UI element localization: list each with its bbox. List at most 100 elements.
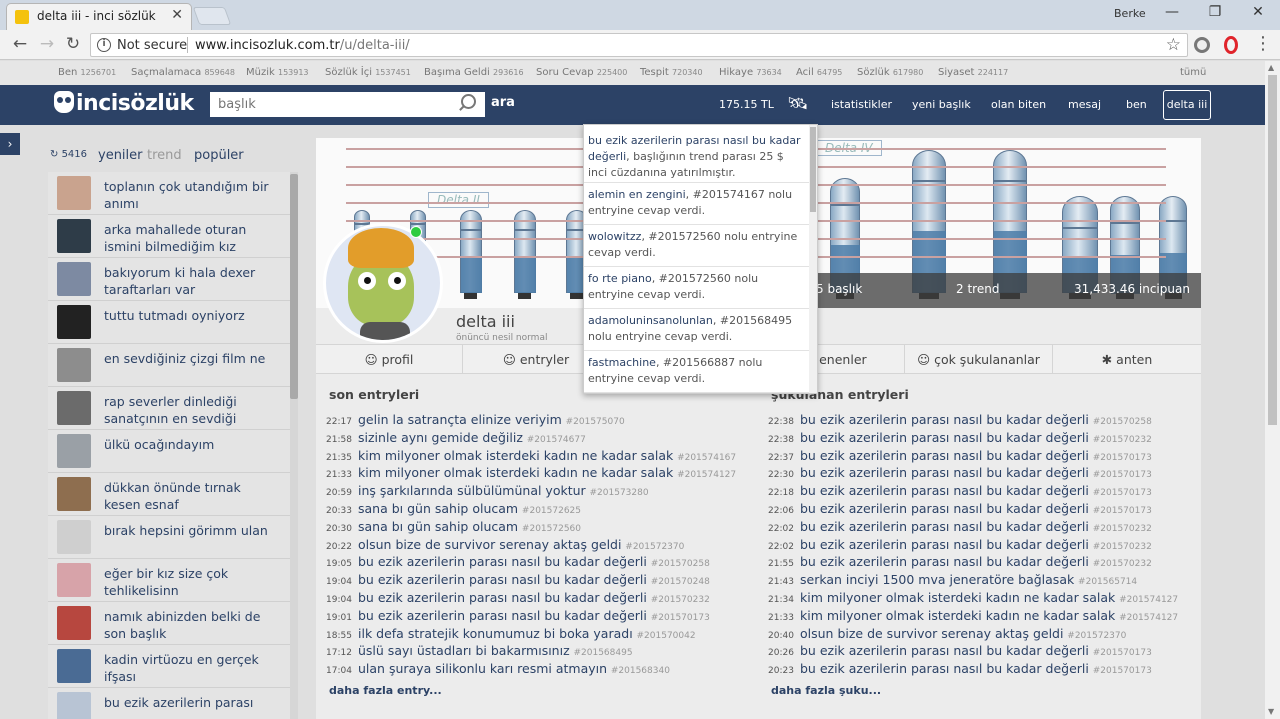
entry-title-link[interactable]: bu ezik azerilerin parası nasıl bu kadar… (800, 519, 1089, 534)
entry-row[interactable]: 20:22 olsun bize de survivor serenay akta… (326, 537, 746, 554)
entry-title-link[interactable]: bu ezik azerilerin parası nasıl bu kadar… (800, 483, 1089, 498)
entry-id[interactable]: #201572370 (625, 542, 684, 552)
entry-id[interactable]: #201572625 (522, 506, 581, 516)
entry-row[interactable]: 20:30 sana bı gün sahip olucam #201572560 (326, 519, 746, 536)
search-icon[interactable] (461, 94, 476, 109)
entry-id[interactable]: #201570042 (637, 631, 696, 641)
category-link[interactable]: Saçmalamaca 859648 (131, 67, 235, 78)
entry-id[interactable]: #201570232 (1093, 524, 1152, 534)
site-logo[interactable]: incisözlük (54, 91, 194, 119)
tab-anten[interactable]: ✱ anten (1053, 345, 1201, 374)
browser-menu-icon[interactable]: ⋮ (1254, 33, 1272, 54)
page-scrollbar-thumb[interactable] (1268, 75, 1277, 425)
security-label[interactable]: Not secure (117, 38, 187, 53)
entry-row[interactable]: 22:06 bu ezik azerilerin parası nasıl bu … (768, 501, 1188, 518)
sidebar-topic-item[interactable]: bakıyorum ki hala dexer taraftarları var (48, 258, 290, 301)
browser-tab[interactable]: delta iii - inci sözlük ✕ (6, 3, 192, 30)
sidebar-topic-item[interactable]: dükkan önünde tırnak kesen esnaf (48, 473, 290, 516)
entry-row[interactable]: 17:04 ulan şuraya silikonlu karı resmi at… (326, 661, 746, 678)
entry-row[interactable]: 22:18 bu ezik azerilerin parası nasıl bu … (768, 483, 1188, 500)
page-scrollbar[interactable]: ▲ ▼ (1265, 61, 1280, 719)
back-icon[interactable]: ← (10, 34, 30, 54)
entry-title-link[interactable]: kim milyoner olmak isterdeki kadın ne ka… (800, 608, 1115, 623)
entry-id[interactable]: #201570173 (1093, 488, 1152, 498)
entry-id[interactable]: #201572370 (1067, 631, 1126, 641)
entry-title-link[interactable]: bu ezik azerilerin parası nasıl bu kadar… (800, 412, 1089, 427)
entry-title-link[interactable]: kim milyoner olmak isterdeki kadın ne ka… (358, 465, 673, 480)
notification-link[interactable]: fo rte piano (588, 272, 652, 285)
entry-row[interactable]: 21:35 kim milyoner olmak isterdeki kadın … (326, 448, 746, 465)
notification-item[interactable]: alemin en zengini, #201574167 nolu entry… (584, 183, 809, 225)
category-all-link[interactable]: tümü (1180, 67, 1206, 78)
entry-title-link[interactable]: bu ezik azerilerin parası nasıl bu kadar… (358, 608, 647, 623)
scroll-down-icon[interactable]: ▼ (1268, 707, 1274, 716)
entry-id[interactable]: #201573280 (590, 488, 649, 498)
info-icon[interactable]: i (97, 38, 111, 52)
tab-profil[interactable]: ☺ profil (316, 345, 463, 374)
entry-id[interactable]: #201568340 (611, 666, 670, 676)
notifications-scrollbar[interactable] (809, 125, 817, 393)
new-tab-button[interactable] (192, 7, 232, 25)
notification-link[interactable]: alemin en zengini (588, 188, 686, 201)
sidebar-topic-item[interactable]: tuttu tutmadı oyniyorz (48, 301, 290, 344)
nav-user-button[interactable]: delta iii (1163, 90, 1211, 120)
stat-topics[interactable]: 5 başlık (816, 282, 862, 296)
url-text[interactable]: www.incisozluk.com.tr/u/delta-iii/ (195, 38, 410, 53)
notification-item[interactable]: adamoluninsanolunlan, #201568495 nolu en… (584, 309, 809, 351)
category-link[interactable]: Ben 1256701 (58, 67, 116, 78)
entry-title-link[interactable]: sizinle aynı gemide değiliz (358, 430, 523, 445)
sidebar-topic-item[interactable]: rap severler dinlediği sanatçının en sev… (48, 387, 290, 430)
entry-id[interactable]: #201570173 (651, 613, 710, 623)
entry-title-link[interactable]: inş şarkılarında sülbülümünal yoktur (358, 483, 586, 498)
sidebar-topic-item[interactable]: kadin virtüozu en gerçek ifşası (48, 645, 290, 688)
entry-row[interactable]: 22:37 bu ezik azerilerin parası nasıl bu … (768, 448, 1188, 465)
entry-id[interactable]: #201565714 (1078, 577, 1137, 587)
entry-id[interactable]: #201570232 (1093, 542, 1152, 552)
notification-link[interactable]: fastmachine (588, 356, 656, 369)
entry-title-link[interactable]: bu ezik azerilerin parası nasıl bu kadar… (800, 661, 1089, 676)
refresh-count[interactable]: ↻ 5416 (50, 149, 87, 160)
entry-row[interactable]: 21:55 bu ezik azerilerin parası nasıl bu … (768, 554, 1188, 571)
sidebar-scrollbar-thumb[interactable] (290, 174, 298, 399)
entry-id[interactable]: #201570232 (651, 595, 710, 605)
entry-id[interactable]: #201575070 (566, 417, 625, 427)
entry-id[interactable]: #201574127 (677, 470, 736, 480)
forward-icon[interactable]: → (37, 34, 57, 54)
entry-title-link[interactable]: bu ezik azerilerin parası nasıl bu kadar… (800, 501, 1089, 516)
entry-id[interactable]: #201570173 (1093, 453, 1152, 463)
notification-item[interactable]: wolowitzz, #201572560 nolu entryine ceva… (584, 225, 809, 267)
extension-icon[interactable] (1194, 37, 1210, 53)
stat-trends[interactable]: 2 trend (956, 282, 999, 296)
tab-cok-sukulananlar[interactable]: ☺ çok şukulananlar (905, 345, 1053, 374)
entry-row[interactable]: 22:17 gelin la satrançta elinize veriyim … (326, 412, 746, 429)
entry-row[interactable]: 20:59 inş şarkılarında sülbülümünal yoktu… (326, 483, 746, 500)
nav-activity[interactable]: olan biten (991, 98, 1046, 111)
entry-id[interactable]: #201570173 (1093, 666, 1152, 676)
category-link[interactable]: Başıma Geldi 293616 (424, 67, 524, 78)
entry-row[interactable]: 22:38 bu ezik azerilerin parası nasıl bu … (768, 412, 1188, 429)
sidebar-topic-item[interactable]: namık abinizden belki de son başlık (48, 602, 290, 645)
entry-id[interactable]: #201570258 (1093, 417, 1152, 427)
sidebar-topic-item[interactable]: eğer bir kız size çok tehlikelisinn (48, 559, 290, 602)
entry-title-link[interactable]: olsun bize de survivor serenay aktaş gel… (358, 537, 621, 552)
entry-title-link[interactable]: serkan inciyi 1500 mva jeneratöre bağlas… (800, 572, 1074, 587)
sidebar-toggle-icon[interactable]: › (0, 133, 20, 155)
sidebar-topic-item[interactable]: toplanın çok utandığım bir anımı (48, 172, 290, 215)
entry-id[interactable]: #201572560 (522, 524, 581, 534)
entry-title-link[interactable]: bu ezik azerilerin parası nasıl bu kadar… (800, 537, 1089, 552)
notification-item[interactable]: bu ezik azerilerin parası nasıl bu kadar… (584, 129, 809, 183)
entry-row[interactable]: 21:34 kim milyoner olmak isterdeki kadın … (768, 590, 1188, 607)
category-link[interactable]: Müzik 153913 (246, 67, 309, 78)
minimize-icon[interactable]: — (1162, 4, 1182, 20)
more-entries-link[interactable]: daha fazla entry... (329, 684, 442, 697)
entry-id[interactable]: #201574167 (677, 453, 736, 463)
entry-id[interactable]: #201570173 (1093, 506, 1152, 516)
entry-row[interactable]: 20:40 olsun bize de survivor serenay akta… (768, 626, 1188, 643)
category-link[interactable]: Soru Cevap 225400 (536, 67, 627, 78)
entry-row[interactable]: 20:26 bu ezik azerilerin parası nasıl bu … (768, 643, 1188, 660)
entry-row[interactable]: 20:33 sana bı gün sahip olucam #201572625 (326, 501, 746, 518)
entry-id[interactable]: #201574677 (527, 435, 586, 445)
sidebar-topic-item[interactable]: ülkü ocağındayım (48, 430, 290, 473)
entry-title-link[interactable]: sana bı gün sahip olucam (358, 519, 518, 534)
tab-trend[interactable]: trend (147, 148, 182, 163)
